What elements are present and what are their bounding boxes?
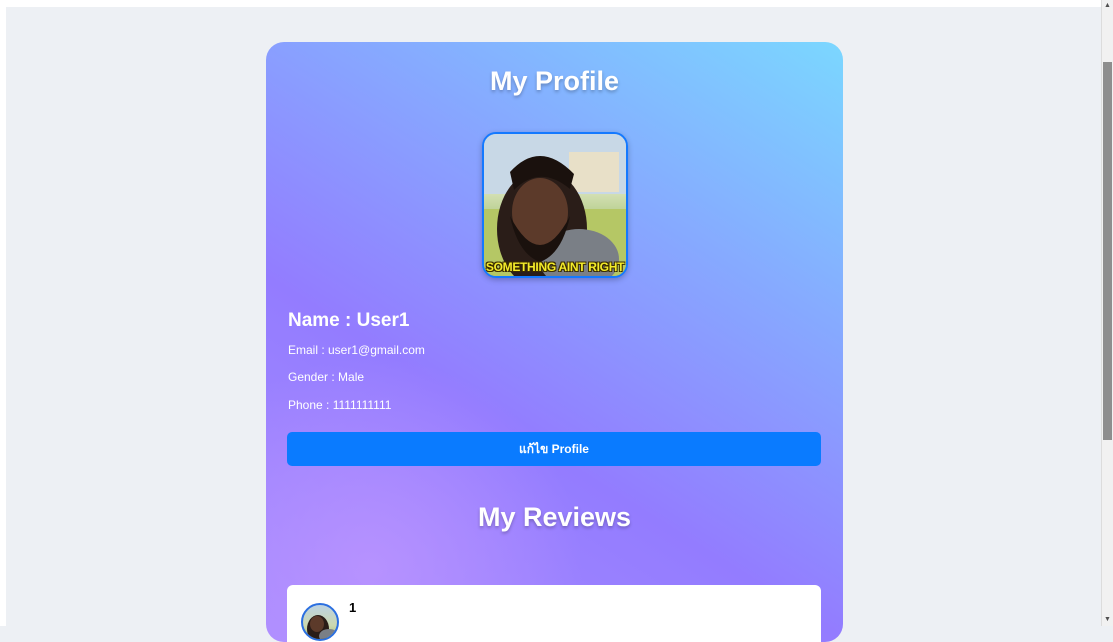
page-title: My Profile — [489, 66, 620, 96]
avatar-photo — [484, 134, 626, 276]
profile-avatar: SOMETHING AINT RIGHT — [482, 132, 628, 278]
review-avatar — [301, 603, 339, 641]
profile-email: Email : user1@gmail.com — [288, 343, 425, 357]
scrollbar[interactable]: ▲ ▼ — [1101, 0, 1113, 626]
profile-name: Name : User1 — [288, 310, 410, 331]
profile-phone: Phone : 1111111111 — [288, 398, 392, 412]
edit-profile-button[interactable]: แก้ไข Profile — [287, 432, 821, 466]
scroll-thumb[interactable] — [1103, 62, 1112, 440]
top-strip — [0, 0, 1113, 7]
avatar-caption: SOMETHING AINT RIGHT — [485, 260, 625, 274]
profile-card: My Profile SOMETHING AINT RIGHT Name : U… — [266, 42, 843, 642]
review-avatar-photo — [307, 615, 337, 639]
review-label: 1 — [349, 600, 357, 615]
left-strip — [0, 0, 6, 626]
profile-gender: Gender : Male — [288, 370, 365, 384]
reviews-title: My Reviews — [477, 502, 632, 532]
review-card[interactable]: 1 — [287, 585, 821, 642]
scroll-up-icon[interactable]: ▲ — [1102, 0, 1113, 12]
scroll-down-icon[interactable]: ▼ — [1102, 614, 1113, 626]
